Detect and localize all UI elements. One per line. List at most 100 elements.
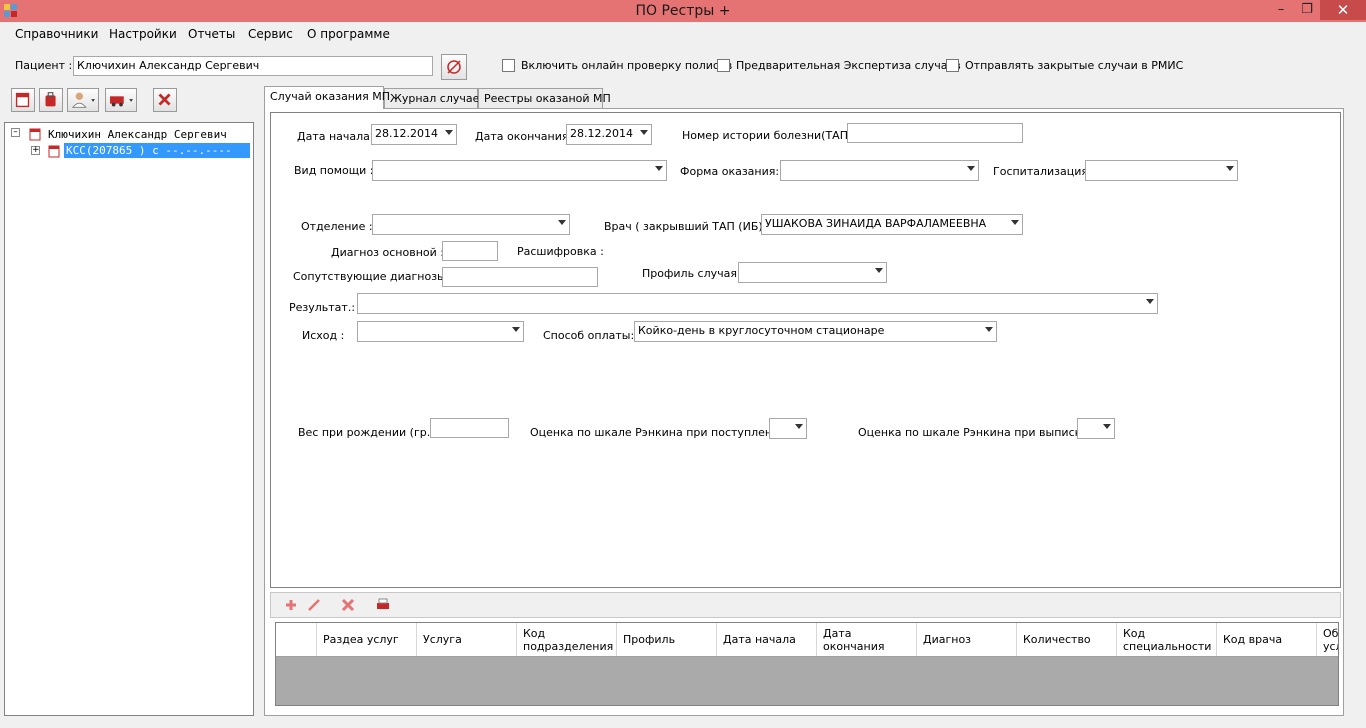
menu-settings[interactable]: Настройки [107, 27, 179, 41]
ambulance-dropdown-button[interactable] [105, 88, 137, 112]
window-title: ПО Рестры + [635, 3, 731, 19]
rankin-out-select[interactable] [1077, 418, 1115, 439]
window-edge [1355, 86, 1366, 716]
history-label: Номер истории болезни(ТАП) : [682, 129, 860, 142]
start-date-value: 28.12.2014 [375, 127, 438, 140]
menu-reports[interactable]: Отчеты [186, 27, 237, 41]
patient-field[interactable]: Ключихин Александр Сергевич [73, 56, 433, 76]
tab-registers[interactable]: Реестры оказаной МП [478, 88, 611, 108]
hospitalization-select[interactable] [1085, 160, 1238, 181]
birth-weight-field[interactable] [430, 418, 509, 438]
row-header-corner [276, 623, 317, 656]
tab-journal[interactable]: Журнал случаев [384, 88, 486, 108]
case-form [270, 112, 1341, 588]
grid-header: Раздеа услуг Услуга Код подразделения Пр… [276, 623, 1338, 657]
chevron-down-icon [640, 130, 648, 135]
department-select[interactable] [372, 214, 570, 235]
col-quantity[interactable]: Количество [1017, 623, 1117, 656]
chevron-down-icon [795, 424, 803, 429]
rankin-in-select[interactable] [769, 418, 807, 439]
menu-service[interactable]: Сервис [246, 27, 295, 41]
menu-references[interactable]: Справочники [13, 27, 100, 41]
start-date-label: Дата начала: [297, 130, 374, 143]
history-field[interactable] [847, 123, 1023, 143]
pen-icon [447, 60, 461, 74]
decode-label: Расшифровка : [517, 245, 604, 258]
patient-search-button[interactable] [441, 54, 467, 80]
end-date-label: Дата окончания: [475, 130, 573, 143]
col-diagnosis[interactable]: Диагноз [917, 623, 1017, 656]
chevron-down-icon [967, 166, 975, 171]
online-check-checkbox[interactable] [502, 59, 515, 72]
send-rmis-label: Отправлять закрытые случаи в РМИС [965, 59, 1184, 72]
end-date-value: 28.12.2014 [570, 127, 633, 140]
department-label: Отделение : [301, 220, 373, 233]
help-type-label: Вид помощи : [294, 164, 374, 177]
menu-about[interactable]: О программе [305, 27, 392, 41]
col-service-section[interactable]: Раздеа услуг [317, 623, 417, 656]
maximize-button[interactable]: ❐ [1294, 0, 1320, 20]
chevron-down-icon [1226, 166, 1234, 171]
tree-case-node[interactable]: КСС(207865 ) с --.--.---- [64, 143, 250, 158]
col-extra[interactable]: Об усл [1317, 623, 1338, 656]
result-label: Результат.: [289, 301, 356, 314]
chevron-down-icon [1011, 220, 1019, 225]
doctor-icon [71, 92, 95, 108]
case-profile-select[interactable] [738, 262, 887, 283]
case-profile-label: Профиль случая: [642, 267, 741, 280]
chevron-down-icon [985, 327, 993, 332]
col-doctor-code[interactable]: Код врача [1217, 623, 1317, 656]
tree-patient-node[interactable]: Ключихин Александр Сергевич [48, 128, 227, 141]
start-date-picker[interactable]: 28.12.2014 [371, 124, 457, 145]
bag-button[interactable] [39, 88, 63, 112]
pre-expertise-checkbox[interactable] [717, 59, 730, 72]
col-end-date[interactable]: Дата окончания [817, 623, 917, 656]
send-rmis-checkbox[interactable] [946, 59, 959, 72]
pre-expertise-label: Предварительная Экспертиза случаев [736, 59, 961, 72]
chevron-down-icon [875, 268, 883, 273]
payment-label: Способ оплаты: [543, 329, 635, 342]
tree-expand-toggle[interactable]: + [31, 146, 40, 155]
chevron-down-icon [655, 166, 663, 171]
add-icon[interactable] [284, 598, 298, 612]
calendar-button[interactable] [11, 88, 35, 112]
main-diagnosis-field[interactable] [442, 241, 498, 261]
end-date-picker[interactable]: 28.12.2014 [566, 124, 652, 145]
online-check-label: Включить онлайн проверку полисов [521, 59, 733, 72]
form-type-select[interactable] [780, 160, 979, 181]
doctor-dropdown-button[interactable] [67, 88, 99, 112]
co-diagnoses-field[interactable] [442, 267, 598, 287]
payment-value: Койко-день в круглосуточном стационаре [638, 324, 885, 337]
edit-icon[interactable] [307, 598, 321, 612]
delete-icon[interactable] [341, 598, 355, 612]
tree-collapse-toggle[interactable]: – [11, 128, 20, 137]
col-service[interactable]: Услуга [417, 623, 517, 656]
chevron-down-icon [445, 130, 453, 135]
services-grid: Раздеа услуг Услуга Код подразделения Пр… [275, 622, 1339, 706]
rankin-out-label: Оценка по шкале Рэнкина при выписке : [858, 426, 1096, 439]
payment-select[interactable]: Койко-день в круглосуточном стационаре [634, 321, 997, 342]
main-diagnosis-label: Диагноз основной : [331, 246, 444, 259]
delete-icon [158, 93, 171, 106]
bag-icon [45, 92, 56, 107]
chevron-down-icon [558, 220, 566, 225]
form-type-label: Форма оказания: [680, 165, 780, 178]
help-type-select[interactable] [372, 160, 667, 181]
col-profile[interactable]: Профиль [617, 623, 717, 656]
calendar-icon [15, 92, 30, 108]
patient-node-icon [29, 128, 41, 141]
case-tree [4, 122, 254, 716]
tab-case[interactable]: Случай оказания МП [264, 86, 390, 109]
doctor-select[interactable]: УШАКОВА ЗИНАИДА ВАРФАЛАМЕЕВНА [761, 214, 1023, 235]
col-specialty-code[interactable]: Код специальности [1117, 623, 1217, 656]
outcome-label: Исход : [302, 329, 345, 342]
outcome-select[interactable] [357, 321, 524, 342]
delete-button[interactable] [153, 88, 177, 112]
close-button[interactable]: ✕ [1320, 0, 1366, 20]
col-start-date[interactable]: Дата начала [717, 623, 817, 656]
print-icon[interactable] [376, 598, 390, 612]
doctor-label: Врач ( закрывший ТАП (ИБ)) : [604, 220, 775, 233]
minimize-button[interactable]: – [1268, 0, 1294, 20]
result-select[interactable] [357, 293, 1158, 314]
col-department-code[interactable]: Код подразделения [517, 623, 617, 656]
